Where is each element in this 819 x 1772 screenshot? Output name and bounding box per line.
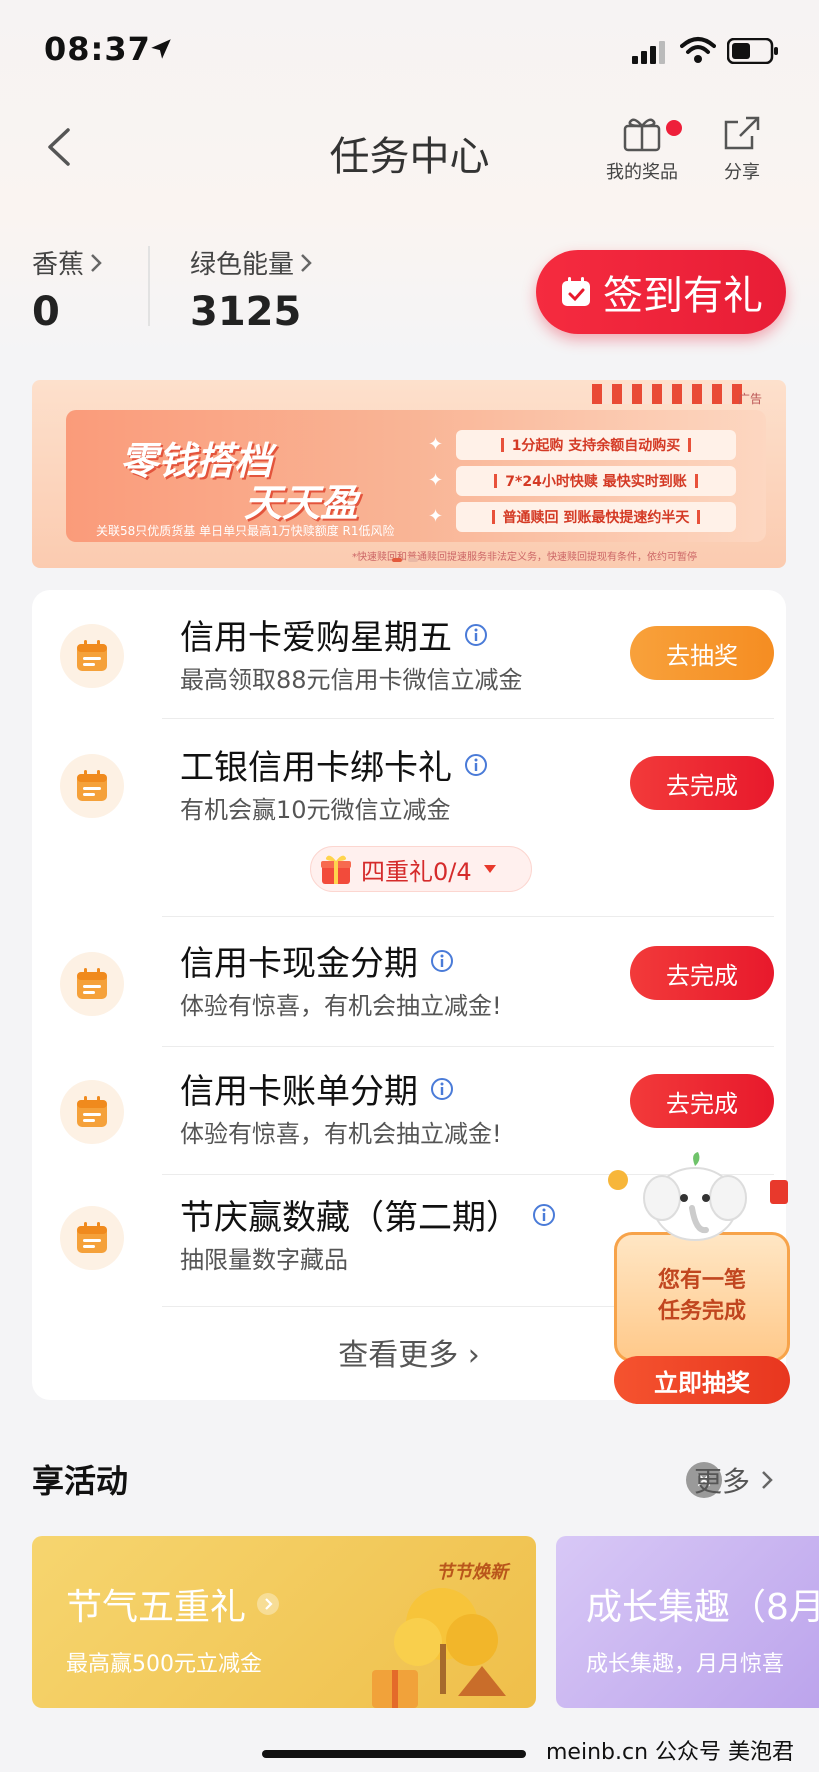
- chevron-down-icon: [483, 865, 496, 873]
- calendar-icon: [60, 624, 124, 688]
- task-title: 信用卡爱购星期五: [180, 618, 452, 658]
- divider: [162, 718, 774, 719]
- chevron-right-icon: [762, 1471, 773, 1489]
- calendar-icon: [60, 754, 124, 818]
- share-icon: [724, 116, 760, 150]
- my-prizes-label: 我的奖品: [606, 162, 678, 183]
- banner-feature: 1分起购 支持余额自动购买: [456, 430, 736, 460]
- ginkgo-tree-illustration: [372, 1588, 506, 1708]
- calendar-check-icon: [562, 277, 590, 306]
- gift-icon: [321, 855, 351, 884]
- watermark: meinb.cn 公众号 美泡君: [546, 1740, 795, 1765]
- share-button[interactable]: 分享: [710, 114, 774, 184]
- activity-subtitle: 成长集趣，月月惊喜: [586, 1652, 785, 1677]
- battery-icon: [727, 38, 778, 64]
- status-bar: 08:37: [0, 0, 819, 100]
- status-time: 08:37: [44, 30, 151, 68]
- activity-title: 节气五重礼: [66, 1587, 247, 1628]
- task-title: 节庆赢数藏（第二期）: [180, 1198, 520, 1238]
- info-icon[interactable]: [430, 949, 454, 973]
- chevron-right-icon: [91, 253, 102, 272]
- promo-line2: 任务完成: [657, 1299, 746, 1324]
- see-more-label: 查看更多: [338, 1338, 459, 1373]
- carousel-dots: [392, 558, 418, 562]
- draw-now-button[interactable]: 立即抽奖: [614, 1356, 790, 1404]
- sparkle-icon: ✦: [428, 470, 444, 491]
- divider: [162, 916, 774, 917]
- share-label: 分享: [724, 162, 760, 183]
- banner-stripe: [592, 384, 742, 404]
- gift-progress-label: 四重礼0/4: [361, 857, 472, 886]
- calendar-icon: [60, 1206, 124, 1270]
- info-icon[interactable]: [464, 753, 488, 777]
- chevron-right-icon: [301, 253, 312, 272]
- task-title: 工银信用卡绑卡礼: [180, 748, 452, 788]
- banana-value: 0: [32, 289, 60, 335]
- banner-subtitle: 关联58只优质货基 单日单只最高1万快赎额度 R1低风险: [96, 524, 395, 538]
- sparkle-icon: ✦: [428, 434, 444, 455]
- green-energy-value: 3125: [190, 289, 302, 335]
- banana-label: 香蕉: [32, 250, 85, 280]
- cellular-signal-icon: [632, 41, 665, 64]
- promo-line1: 您有一笔: [657, 1268, 746, 1294]
- activity-card[interactable]: 成长集趣（8月 成长集趣，月月惊喜: [556, 1536, 819, 1708]
- banner-feature: 7*24小时快赎 最快实时到账: [456, 466, 736, 496]
- task-description: 体验有惊喜，有机会抽立减金!: [180, 1120, 502, 1148]
- draw-button[interactable]: 去抽奖: [630, 626, 774, 680]
- banner-logo-line2: 天天盈: [244, 481, 359, 525]
- signin-label: 签到有礼: [603, 273, 763, 319]
- promo-bubble: 您有一笔 任务完成: [614, 1232, 790, 1362]
- stats-row: 香蕉 0 绿色能量 3125 签到有礼: [0, 218, 819, 338]
- wifi-icon: [680, 37, 716, 63]
- sparkle-icon: ✦: [428, 506, 444, 527]
- banana-stat[interactable]: 香蕉 0: [32, 244, 104, 335]
- task-title: 信用卡现金分期: [180, 944, 418, 984]
- activity-tag: 节节焕新: [436, 1562, 508, 1583]
- calendar-icon: [60, 1080, 124, 1144]
- gift-box-icon: [623, 118, 661, 152]
- task-description: 抽限量数字藏品: [180, 1246, 348, 1274]
- activity-card[interactable]: 节节焕新 节气五重礼 最高赢500元立减金: [32, 1536, 536, 1708]
- location-arrow-icon: [151, 39, 171, 59]
- page-title: 任务中心: [329, 134, 490, 180]
- activity-title: 成长集趣（8月: [586, 1587, 819, 1628]
- divider: [162, 1046, 774, 1047]
- elephant-mascot-icon: [643, 1152, 747, 1241]
- chevron-right-icon: ›: [467, 1338, 480, 1373]
- activity-subtitle: 最高赢500元立减金: [66, 1652, 262, 1677]
- ad-banner[interactable]: 广告 零钱搭档 天天盈 关联58只优质货基 单日单只最高1万快赎额度 R1低风险…: [32, 380, 786, 568]
- complete-button[interactable]: 去完成: [630, 756, 774, 810]
- green-energy-stat[interactable]: 绿色能量 3125: [190, 244, 314, 335]
- signin-button[interactable]: 签到有礼: [536, 250, 786, 334]
- banner-feature: 普通赎回 到账最快提速约半天: [456, 502, 736, 532]
- floating-promo[interactable]: 您有一笔 任务完成 立即抽奖: [600, 1150, 800, 1410]
- green-energy-label: 绿色能量: [190, 250, 295, 280]
- task-description: 有机会赢10元微信立减金: [180, 796, 451, 824]
- complete-button[interactable]: 去完成: [630, 1074, 774, 1128]
- task-description: 最高领取88元信用卡微信立减金: [180, 666, 523, 694]
- red-envelope-icon: [770, 1180, 788, 1204]
- home-indicator: [262, 1750, 526, 1758]
- gift-progress-chip[interactable]: 四重礼0/4: [310, 846, 532, 892]
- calendar-icon: [60, 952, 124, 1016]
- info-icon[interactable]: [464, 623, 488, 647]
- info-icon[interactable]: [430, 1077, 454, 1101]
- coin-icon: [608, 1170, 628, 1190]
- chevron-right-icon: [257, 1593, 280, 1615]
- task-description: 体验有惊喜，有机会抽立减金!: [180, 992, 502, 1020]
- stats-divider: [148, 246, 150, 326]
- nav-bar: 任务中心 我的奖品 分享: [0, 100, 819, 200]
- section-title: 享活动: [32, 1462, 129, 1500]
- info-icon[interactable]: [532, 1203, 556, 1227]
- more-label: 更多: [694, 1465, 751, 1498]
- more-link[interactable]: 更多: [694, 1460, 776, 1500]
- notification-dot: [666, 120, 682, 136]
- ad-tag: 广告: [738, 392, 763, 406]
- task-title: 信用卡账单分期: [180, 1072, 418, 1112]
- complete-button[interactable]: 去完成: [630, 946, 774, 1000]
